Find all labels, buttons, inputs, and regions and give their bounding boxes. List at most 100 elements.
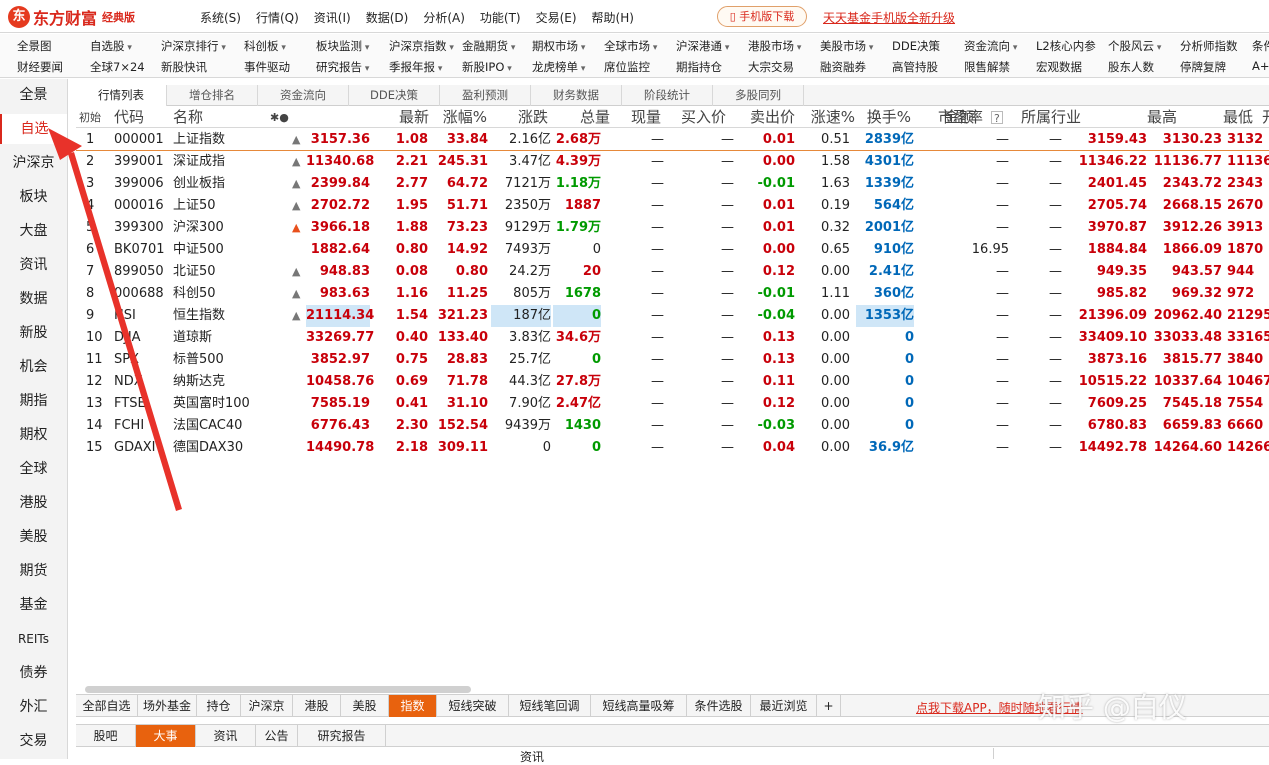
column-header-latest[interactable]: 最新 [369, 107, 429, 128]
sidebar-item[interactable]: 美股 [0, 522, 67, 552]
menu-item[interactable]: 交易(E) [536, 9, 577, 26]
toolbar-item[interactable]: 条件 [1252, 38, 1269, 54]
sidebar-item[interactable]: 板块 [0, 182, 67, 212]
sidebar-item[interactable]: 沪深京 [0, 148, 67, 178]
alert-bell-icon[interactable]: ▲ [292, 173, 304, 195]
table-row[interactable]: 13 FTSE 英国富时100 7585.19 0.41 31.10 7.90亿 2.47亿 —… [76, 393, 1269, 415]
alert-bell-icon[interactable] [292, 393, 304, 415]
menu-item[interactable]: 资讯(I) [314, 9, 351, 26]
table-row[interactable]: 6 BK0701 中证500 1882.64 0.80 14.92 7493万 0 — — 0.00… [76, 239, 1269, 261]
sidebar-item[interactable]: 全球 [0, 454, 67, 484]
sidebar-item[interactable]: 港股 [0, 488, 67, 518]
news-tab[interactable]: 股吧 [76, 725, 136, 747]
toolbar-item[interactable]: 分析师指数 [1180, 38, 1238, 54]
toolbar-item[interactable]: A+H [1252, 59, 1269, 73]
sidebar-item[interactable]: 期权 [0, 420, 67, 450]
table-row[interactable]: 8 000688 科创50 983.63 1.16 11.25 805万 1678 — — -0.0… [76, 283, 1269, 305]
toolbar-item[interactable]: 大宗交易 [748, 59, 794, 75]
news-tab[interactable]: 大事 [136, 725, 196, 747]
sidebar-item[interactable]: 期指 [0, 386, 67, 416]
column-header-open[interactable]: 开 [1262, 107, 1269, 128]
toolbar-item[interactable]: 个股风云 [1108, 38, 1161, 54]
toolbar-item[interactable]: 沪深京排行 [161, 38, 226, 54]
sidebar-item[interactable]: 资讯 [0, 250, 67, 280]
sidebar-item[interactable]: 机会 [0, 352, 67, 382]
alert-bell-icon[interactable] [292, 239, 304, 261]
tab-1[interactable]: 增仓排名 [167, 85, 258, 106]
watchlist-tab[interactable]: 港股 [293, 695, 341, 717]
menu-item[interactable]: 功能(T) [480, 9, 521, 26]
toolbar-item[interactable]: 资金流向 [964, 38, 1017, 54]
toolbar-item[interactable]: 新股快讯 [161, 59, 207, 75]
news-tab[interactable]: 资讯 [196, 725, 256, 747]
table-row[interactable]: 11 SPX 标普500 3852.97 0.75 28.83 25.7亿 0 — — 0.13 0.… [76, 349, 1269, 371]
column-header-pe[interactable]: 市盈率 [938, 107, 983, 128]
watchlist-tab[interactable]: 美股 [341, 695, 389, 717]
toolbar-item[interactable]: DDE决策 [892, 38, 940, 54]
tab-2[interactable]: 资金流向 [258, 85, 349, 106]
watchlist-tab[interactable]: 指数 [389, 695, 437, 717]
sidebar-item[interactable]: 全景 [0, 80, 67, 110]
menu-item[interactable]: 系统(S) [200, 9, 241, 26]
toolbar-item[interactable]: 研究报告 [316, 59, 369, 75]
horizontal-scrollbar[interactable] [85, 686, 471, 693]
column-header-low[interactable]: 最低 [1223, 107, 1253, 128]
sidebar-item[interactable]: 大盘 [0, 216, 67, 246]
sidebar-item[interactable]: 数据 [0, 284, 67, 314]
sidebar-item[interactable]: 债券 [0, 658, 67, 688]
sidebar-item[interactable]: REITs [0, 624, 67, 654]
sidebar-item[interactable]: 新股 [0, 318, 67, 348]
column-header-ask[interactable]: 卖出价 [735, 107, 795, 128]
toolbar-item[interactable]: 全球市场 [604, 38, 657, 54]
pe-help-icon[interactable]: ? [991, 111, 1003, 125]
table-row[interactable]: 5 399300 沪深300 3966.18 1.88 73.23 9129万 1.79万 — —… [76, 217, 1269, 239]
toolbar-item[interactable]: 全景图 [17, 38, 52, 54]
alert-bell-icon[interactable] [292, 327, 304, 349]
toolbar-item[interactable]: 科创板 [244, 38, 286, 54]
column-header-current[interactable]: 现量 [601, 107, 661, 128]
toolbar-item[interactable]: 期权市场 [532, 38, 585, 54]
sidebar-item[interactable]: 外汇 [0, 692, 67, 722]
toolbar-item[interactable]: 港股市场 [748, 38, 801, 54]
column-header-init[interactable]: 初始 [79, 107, 101, 128]
table-row[interactable]: 3 399006 创业板指 2399.84 2.77 64.72 7121万 1.18万 — — -… [76, 173, 1269, 195]
table-row[interactable]: 14 FCHI 法国CAC40 6776.43 2.30 152.54 9439万 1430 —… [76, 415, 1269, 437]
menu-item[interactable]: 行情(Q) [256, 9, 299, 26]
toolbar-item[interactable]: 金融期货 [462, 38, 515, 54]
toolbar-item[interactable]: 宏观数据 [1036, 59, 1082, 75]
alert-bell-icon[interactable] [292, 371, 304, 393]
column-header-marks[interactable]: ✱● [270, 107, 289, 128]
table-row[interactable]: 10 DJIA 道琼斯 33269.77 0.40 133.40 3.83亿 34.6万 — — 0… [76, 327, 1269, 349]
table-row[interactable]: 12 NDX 纳斯达克 10458.76 0.69 71.78 44.3亿 27.8万 — — 0.… [76, 371, 1269, 393]
news-tab[interactable]: 研究报告 [298, 725, 386, 747]
watchlist-tab[interactable]: 短线突破 [437, 695, 509, 717]
alert-bell-icon[interactable] [292, 349, 304, 371]
alert-bell-icon[interactable]: ▲ [292, 283, 304, 305]
toolbar-item[interactable]: 财经要闻 [17, 59, 63, 75]
watchlist-tab[interactable]: 最近浏览 [751, 695, 817, 717]
sidebar-item[interactable]: 自选 [0, 114, 67, 144]
toolbar-item[interactable]: 美股市场 [820, 38, 873, 54]
watchlist-tab[interactable]: 条件选股 [687, 695, 751, 717]
menu-item[interactable]: 数据(D) [366, 9, 409, 26]
toolbar-item[interactable]: 停牌复牌 [1180, 59, 1226, 75]
app-logo[interactable]: 东 东方财富 经典版 [8, 6, 135, 28]
alert-bell-icon[interactable] [292, 415, 304, 437]
watchlist-tab[interactable]: 沪深京 [241, 695, 293, 717]
alert-bell-icon[interactable] [292, 437, 304, 459]
tab-0[interactable]: 行情列表 [76, 85, 167, 106]
toolbar-item[interactable]: 期指持仓 [676, 59, 722, 75]
toolbar-item[interactable]: 高管持股 [892, 59, 938, 75]
fund-app-link[interactable]: 天天基金手机版全新升级 [823, 9, 955, 26]
watchlist-tab[interactable]: 场外基金 [138, 695, 197, 717]
toolbar-item[interactable]: 沪深京指数 [389, 38, 454, 54]
mobile-download-button[interactable]: ▯ 手机版下载 [717, 6, 807, 27]
toolbar-item[interactable]: 事件驱动 [244, 59, 290, 75]
toolbar-item[interactable]: 融资融券 [820, 59, 866, 75]
column-header-industry[interactable]: 所属行业 [1021, 107, 1081, 128]
table-row[interactable]: 15 GDAXI 德国DAX30 14490.78 2.18 309.11 0 0 — — 0.04… [76, 437, 1269, 459]
table-row[interactable]: 9 HSI 恒生指数 21114.34 1.54 321.23 187亿 0 — — -0.04 0.… [76, 305, 1269, 327]
watchlist-tab[interactable]: 短线高量吸筹 [591, 695, 687, 717]
toolbar-item[interactable]: 股东人数 [1108, 59, 1154, 75]
column-header-speed[interactable]: 涨速% [795, 107, 855, 128]
